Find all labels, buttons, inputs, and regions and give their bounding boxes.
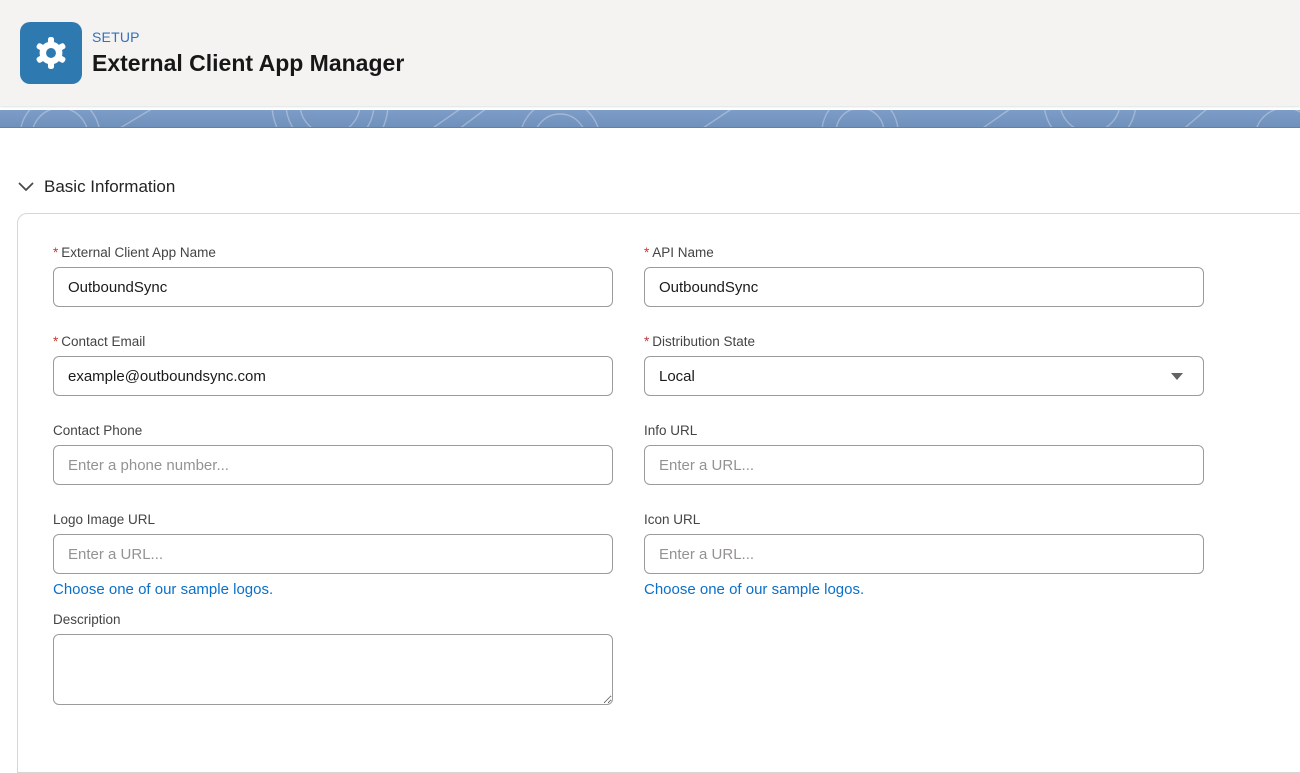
gear-icon bbox=[32, 34, 70, 72]
field-distribution-state: *Distribution State Local bbox=[644, 333, 1204, 396]
required-asterisk: * bbox=[53, 245, 58, 260]
form-right-column: *API Name *Distribution State Local Info… bbox=[644, 244, 1204, 710]
external-client-app-name-label: *External Client App Name bbox=[53, 244, 613, 261]
caret-down-icon bbox=[1171, 373, 1183, 380]
form-left-column: *External Client App Name *Contact Email… bbox=[53, 244, 613, 710]
logo-sample-logos-link[interactable]: Choose one of our sample logos. bbox=[53, 581, 613, 599]
setup-icon-tile bbox=[20, 22, 82, 84]
description-label: Description bbox=[53, 611, 613, 628]
decorative-band bbox=[0, 110, 1300, 128]
required-asterisk: * bbox=[53, 334, 58, 349]
field-external-client-app-name: *External Client App Name bbox=[53, 244, 613, 307]
basic-information-panel: *External Client App Name *Contact Email… bbox=[17, 213, 1300, 773]
distribution-state-value: Local bbox=[659, 368, 695, 385]
logo-image-url-input[interactable] bbox=[53, 534, 613, 574]
contact-phone-input[interactable] bbox=[53, 445, 613, 485]
section-basic-information-toggle[interactable]: Basic Information bbox=[18, 176, 175, 198]
section-title: Basic Information bbox=[44, 176, 175, 198]
description-textarea[interactable] bbox=[53, 634, 613, 705]
contact-email-label: *Contact Email bbox=[53, 333, 613, 350]
icon-sample-logos-link[interactable]: Choose one of our sample logos. bbox=[644, 581, 1204, 599]
field-contact-email: *Contact Email bbox=[53, 333, 613, 396]
distribution-state-label: *Distribution State bbox=[644, 333, 1204, 350]
required-asterisk: * bbox=[644, 245, 649, 260]
api-name-input[interactable] bbox=[644, 267, 1204, 307]
contact-email-input[interactable] bbox=[53, 356, 613, 396]
field-description: Description bbox=[53, 611, 613, 710]
info-url-input[interactable] bbox=[644, 445, 1204, 485]
api-name-label: *API Name bbox=[644, 244, 1204, 261]
wave-pattern-icon bbox=[0, 110, 1300, 128]
page-title: External Client App Manager bbox=[92, 48, 404, 78]
external-client-app-name-input[interactable] bbox=[53, 267, 613, 307]
logo-image-url-label: Logo Image URL bbox=[53, 511, 613, 528]
field-icon-url: Icon URL bbox=[644, 511, 1204, 574]
required-asterisk: * bbox=[644, 334, 649, 349]
field-contact-phone: Contact Phone bbox=[53, 422, 613, 485]
header-titles: SETUP External Client App Manager bbox=[92, 28, 404, 78]
icon-url-input[interactable] bbox=[644, 534, 1204, 574]
setup-eyebrow: SETUP bbox=[92, 28, 404, 46]
field-logo-image-url: Logo Image URL bbox=[53, 511, 613, 574]
field-info-url: Info URL bbox=[644, 422, 1204, 485]
icon-url-label: Icon URL bbox=[644, 511, 1204, 528]
setup-header: SETUP External Client App Manager bbox=[0, 0, 1300, 106]
distribution-state-select[interactable]: Local bbox=[644, 356, 1204, 396]
contact-phone-label: Contact Phone bbox=[53, 422, 613, 439]
field-api-name: *API Name bbox=[644, 244, 1204, 307]
chevron-down-icon bbox=[18, 182, 34, 192]
info-url-label: Info URL bbox=[644, 422, 1204, 439]
